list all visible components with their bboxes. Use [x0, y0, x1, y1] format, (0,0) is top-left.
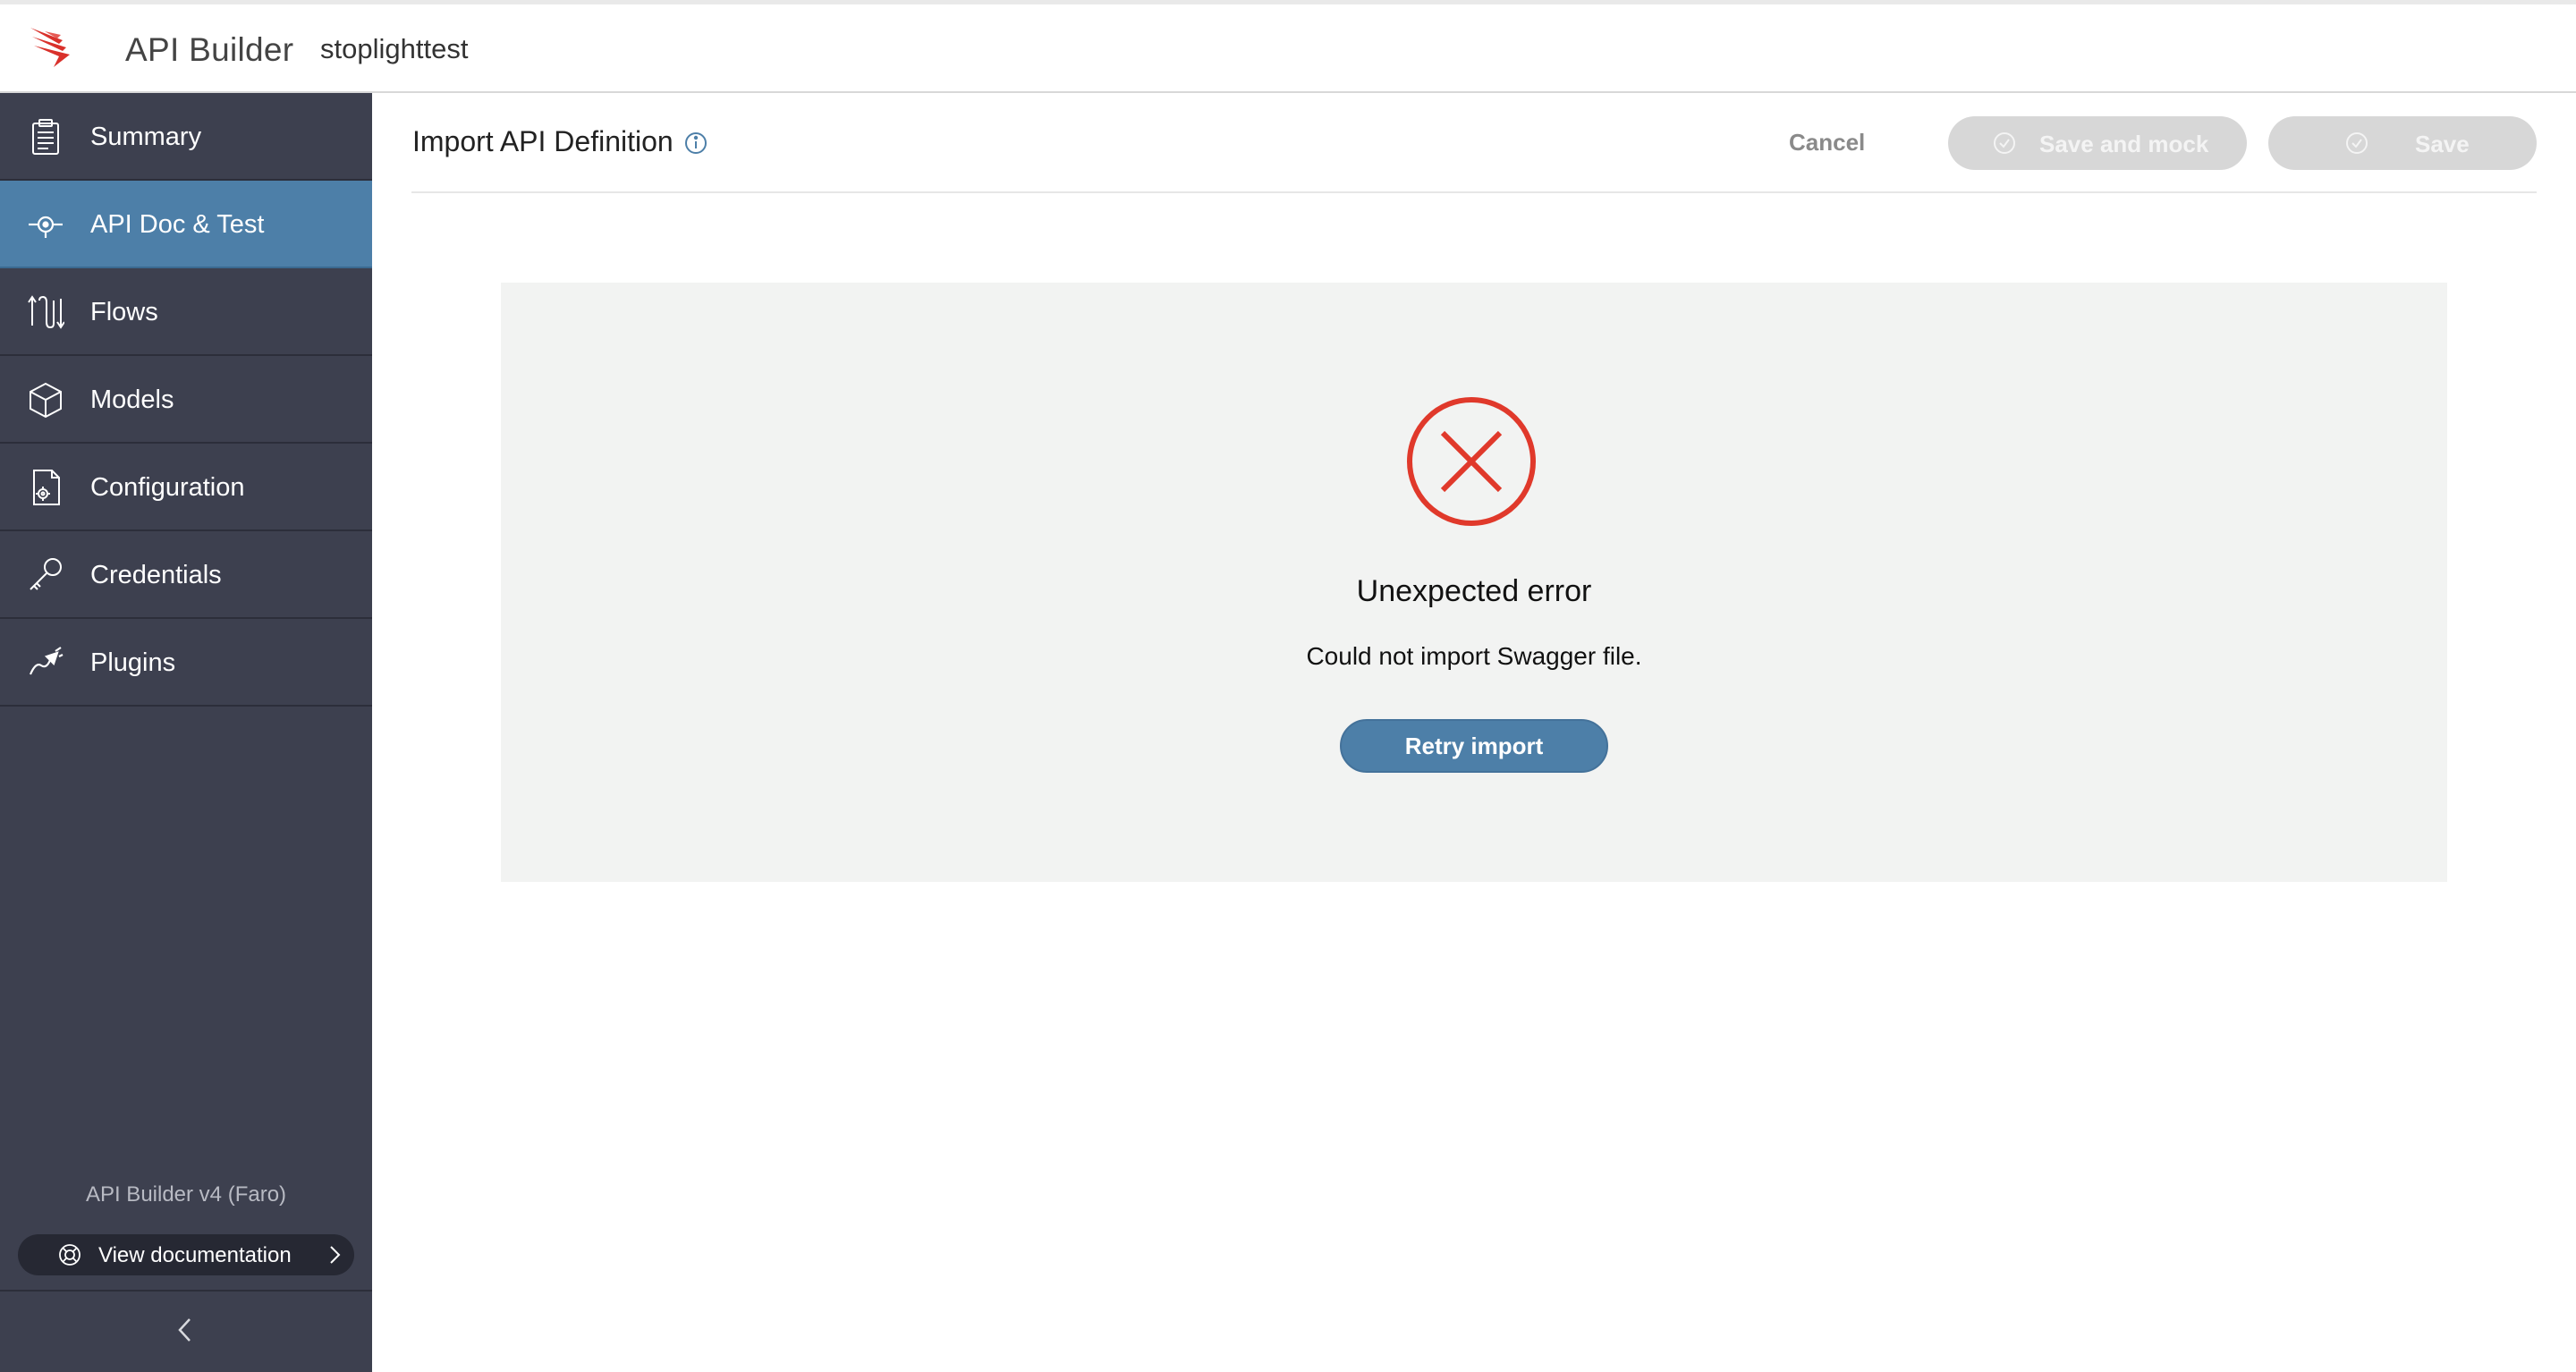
sidebar-item-label: Configuration: [90, 473, 245, 502]
clipboard-icon: [32, 119, 59, 155]
sidebar-item-label: Plugins: [90, 648, 176, 677]
view-documentation-label: View documentation: [98, 1243, 292, 1267]
retry-import-button[interactable]: Retry import: [1340, 719, 1608, 773]
sidebar-item-label: API Doc & Test: [90, 210, 265, 239]
error-message: Could not import Swagger file.: [1306, 642, 1642, 670]
info-icon[interactable]: [683, 131, 708, 156]
cube-icon: [30, 382, 62, 419]
sidebar-item-flows[interactable]: Flows: [0, 268, 372, 356]
sidebar-item-label: Credentials: [90, 561, 222, 589]
sidebar-item-configuration[interactable]: Configuration: [0, 444, 372, 531]
save-and-mock-label: Save and mock: [2039, 131, 2209, 157]
sidebar-item-label: Models: [90, 385, 174, 414]
version-label: API Builder v4 (Faro): [85, 1182, 287, 1207]
save-label: Save: [2415, 131, 2470, 157]
error-title: Unexpected error: [1356, 574, 1592, 608]
page-header: Import API Definition Cancel Save and mo…: [411, 93, 2537, 193]
cancel-button[interactable]: Cancel: [1789, 129, 1865, 157]
check-circle-icon: [1994, 132, 2015, 154]
plug-icon: [29, 647, 64, 675]
save-button[interactable]: Save: [2268, 116, 2537, 170]
project-name: stoplighttest: [320, 33, 469, 64]
view-documentation-button[interactable]: View documentation: [18, 1234, 354, 1275]
sidebar-item-models[interactable]: Models: [0, 356, 372, 444]
import-error-panel: Unexpected error Could not import Swagge…: [501, 283, 2447, 882]
check-circle-icon: [2346, 132, 2368, 154]
config-file-icon: [33, 470, 60, 505]
sidebar-item-label: Summary: [90, 123, 202, 151]
sidebar-item-plugins[interactable]: Plugins: [0, 619, 372, 707]
key-icon: [30, 558, 62, 590]
sidebar-item-label: Flows: [90, 298, 158, 326]
error-x-circle-icon: [1407, 397, 1536, 526]
top-bar: API Builder stoplighttest: [0, 0, 2576, 93]
sidebar-item-credentials[interactable]: Credentials: [0, 531, 372, 619]
chevron-left-icon[interactable]: [170, 1315, 200, 1345]
save-and-mock-button[interactable]: Save and mock: [1948, 116, 2247, 170]
sidebar-item-summary[interactable]: Summary: [0, 93, 372, 181]
chevron-right-icon: [330, 1246, 341, 1264]
lifebuoy-icon: [59, 1244, 80, 1266]
sidebar: Summary API Doc & Test Flows Models Conf…: [0, 93, 372, 1372]
flows-icon: [28, 295, 64, 329]
page-title: Import API Definition: [412, 125, 674, 157]
sidebar-divider: [0, 1290, 372, 1292]
sidebar-item-api-doc-test[interactable]: API Doc & Test: [0, 181, 372, 268]
api-target-icon: [29, 216, 63, 238]
api-builder-logo-icon[interactable]: [27, 22, 79, 74]
app-title: API Builder: [125, 31, 294, 68]
